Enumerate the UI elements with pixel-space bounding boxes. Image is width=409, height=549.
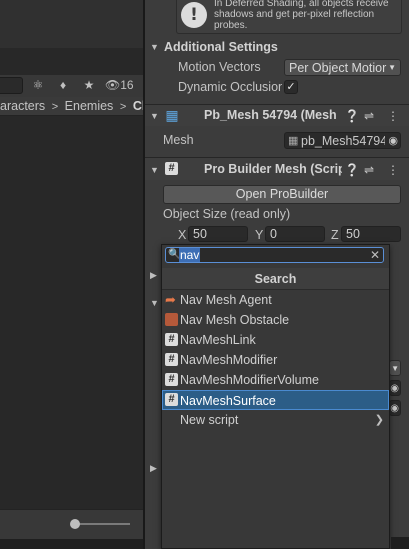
size-z-label: Z [331,228,339,242]
filter-by-type-icon[interactable]: ⚛ [28,77,48,94]
mesh-filter-title: Pb_Mesh 54794 (Mesh [204,108,337,122]
size-y-field[interactable]: 0 [265,226,325,242]
open-probuilder-button[interactable]: Open ProBuilder [163,185,401,204]
breadcrumb-chevron-icon: > [116,101,130,113]
motion-vectors-value: Per Object Motior [289,61,387,75]
additional-settings-foldout-icon[interactable]: ▼ [150,42,159,52]
size-z-field[interactable]: 50 [341,226,401,242]
icon-size-slider-thumb[interactable] [70,519,80,529]
breadcrumb-chevron-icon: > [48,101,62,113]
component-item-navmeshsurface[interactable]: # NavMeshSurface [162,390,389,410]
item-label: NavMeshSurface [180,394,276,408]
status-bar [0,539,143,549]
hidden-packages-toggle[interactable]: 👁16 [105,77,137,94]
favorites-star-icon[interactable]: ★ [79,77,99,94]
dynamic-occlusion-checkbox[interactable]: ✓ [284,80,298,94]
component-item-navmeshmodifier[interactable]: # NavMeshModifier [162,350,389,370]
component-search-value[interactable]: nav [179,248,201,262]
motion-vectors-label: Motion Vectors [178,60,261,74]
presets-icon[interactable]: ⇌ [362,108,376,124]
breadcrumb: aracters > Enemies > Ch [0,97,143,116]
help-icon[interactable]: ❔ [344,162,360,178]
probuilder-mesh-title: Pro Builder Mesh (Scrip [204,162,342,176]
breadcrumb-item[interactable]: Enemies [65,99,114,113]
additional-settings-title[interactable]: Additional Settings [164,40,278,54]
breadcrumb-item[interactable]: aracters [0,99,45,113]
popup-title: Search [162,268,389,290]
script-icon: # [165,162,178,175]
item-label: Nav Mesh Agent [180,293,272,307]
collapsed-foldout-icon[interactable]: ▶ [150,270,157,281]
collapsed-foldout-icon[interactable]: ▶ [150,463,157,474]
item-label: New script [180,413,239,427]
component-item-nav-mesh-agent[interactable]: ➦ Nav Mesh Agent [162,290,389,310]
hidden-object-field[interactable]: ◉ [389,400,401,416]
item-label: Nav Mesh Obstacle [180,313,290,327]
expanded-foldout-icon[interactable]: ▼ [150,298,159,308]
mesh-label: Mesh [163,133,194,147]
mesh-grid-icon: ▦ [288,135,299,147]
component-item-nav-mesh-obstacle[interactable]: Nav Mesh Obstacle [162,310,389,330]
probuilder-foldout-icon[interactable]: ▼ [150,165,159,175]
script-icon: # [165,393,178,406]
script-icon: # [165,333,178,346]
component-item-new-script[interactable]: New script ❯ [162,410,389,430]
nav-mesh-agent-icon: ➦ [165,292,176,307]
help-box-text: In Deferred Shading, all objects receive… [214,0,389,31]
component-item-navmeshlink[interactable]: # NavMeshLink [162,330,389,350]
project-search-input[interactable] [0,77,23,94]
mesh-filter-foldout-icon[interactable]: ▼ [150,111,159,121]
item-label: NavMeshModifierVolume [180,373,319,387]
item-label: NavMeshLink [180,333,256,347]
icon-size-slider-track[interactable] [72,523,130,525]
more-options-icon[interactable]: ⋮ [387,162,399,178]
script-icon: # [165,353,178,366]
size-x-label: X [178,228,187,242]
mesh-field-value: pb_Mesh54794 [301,134,385,148]
nav-mesh-obstacle-icon [165,313,178,326]
hidden-dropdown[interactable]: ▼ [389,360,401,376]
presets-icon[interactable]: ⇌ [362,162,376,178]
motion-vectors-dropdown[interactable]: Per Object Motior ▼ [284,59,401,76]
chevron-down-icon: ▼ [388,63,396,72]
mesh-filter-grid-icon: ▦ [165,107,179,123]
info-exclamation-icon: ! [181,2,207,28]
size-x-field[interactable]: 50 [188,226,248,242]
size-y-label: Y [255,228,264,242]
hidden-object-field[interactable]: ◉ [389,380,401,396]
breadcrumb-item[interactable]: Ch [133,99,143,113]
object-picker-icon[interactable]: ◉ [388,133,398,148]
window-corner [391,537,409,549]
clear-search-icon[interactable]: ✕ [370,247,380,263]
script-icon: # [165,373,178,386]
filter-by-label-icon[interactable]: ♦ [53,77,73,94]
object-picker-icon[interactable]: ◉ [390,401,399,415]
component-item-navmeshmodifiervolume[interactable]: # NavMeshModifierVolume [162,370,389,390]
help-icon[interactable]: ❔ [344,108,360,124]
mesh-object-field[interactable]: ▦ pb_Mesh54794 ◉ [284,132,401,149]
chevron-down-icon: ▼ [391,364,399,373]
object-size-label: Object Size (read only) [163,207,291,221]
chevron-right-icon: ❯ [374,414,384,426]
visible-count: 16 [120,78,134,92]
eye-slash-icon: 👁 [105,78,121,92]
more-options-icon[interactable]: ⋮ [387,108,399,124]
dynamic-occlusion-label: Dynamic Occlusion [178,80,282,94]
item-label: NavMeshModifier [180,353,278,367]
project-panel-header [0,0,143,48]
object-picker-icon[interactable]: ◉ [390,381,399,395]
